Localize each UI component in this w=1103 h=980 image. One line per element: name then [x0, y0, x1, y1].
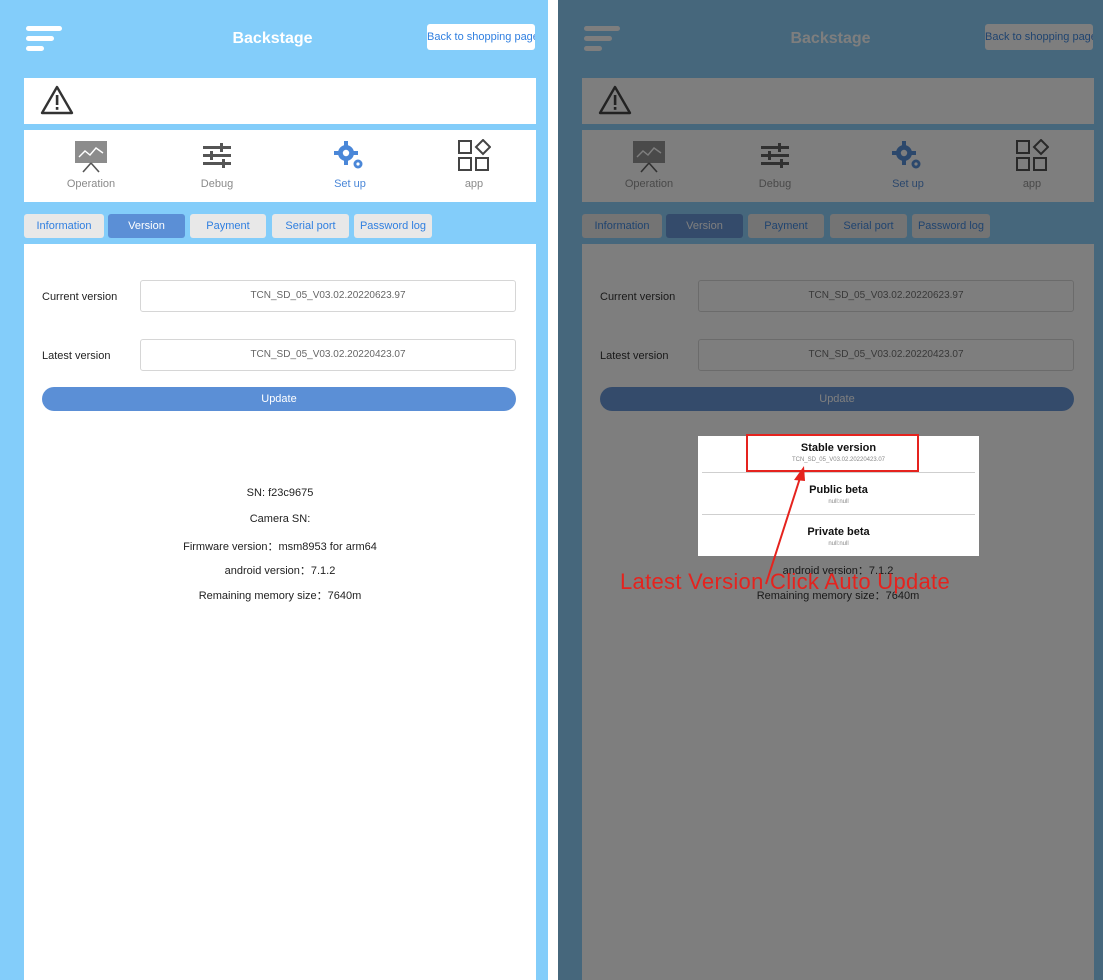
- nav-label-app: app: [464, 178, 484, 190]
- nav-label-debug: Debug: [200, 178, 234, 190]
- tab-bar: Information Version Payment Serial port …: [24, 214, 536, 240]
- tab-serial-port[interactable]: Serial port: [272, 214, 349, 238]
- presentation-board-icon: [75, 141, 107, 173]
- screenshot-with-version-dialog: Backstage Back to shopping page: [558, 0, 1103, 980]
- remaining-memory-text: Remaining memory size：7640m: [198, 590, 362, 602]
- latest-version-label: Latest version: [42, 350, 111, 362]
- nav-label-operation: Operation: [66, 178, 116, 190]
- nav-item-debug[interactable]: Debug: [167, 138, 267, 190]
- back-to-shopping-button[interactable]: Back to shopping page: [427, 24, 535, 50]
- tab-password-log[interactable]: Password log: [354, 214, 432, 238]
- nav-label-setup: Set up: [334, 178, 366, 190]
- latest-version-field[interactable]: TCN_SD_05_V03.02.20220423.07: [140, 339, 516, 371]
- main-nav: Operation Debug: [24, 130, 536, 202]
- firmware-version-text: Firmware version：msm8953 for arm64: [183, 541, 377, 553]
- tab-payment[interactable]: Payment: [190, 214, 266, 238]
- android-version-text: android version：7.1.2: [224, 565, 336, 577]
- screenshot-before: Backstage Back to shopping page Operatio…: [0, 0, 548, 980]
- annotation-arrow: [765, 466, 805, 585]
- tab-version[interactable]: Version: [108, 214, 185, 238]
- tab-information[interactable]: Information: [24, 214, 104, 238]
- top-bar: Backstage Back to shopping page: [0, 0, 545, 76]
- current-version-label: Current version: [42, 291, 118, 303]
- nav-item-app[interactable]: app: [424, 138, 524, 190]
- current-version-field: TCN_SD_05_V03.02.20220623.97: [140, 280, 516, 312]
- gears-icon: [334, 141, 363, 169]
- camera-sn-text: Camera SN:: [249, 513, 311, 525]
- app-grid-icon: [458, 139, 491, 171]
- warning-bar: [24, 78, 536, 124]
- warning-icon: [40, 85, 74, 115]
- version-panel: Current version TCN_SD_05_V03.02.2022062…: [24, 244, 536, 980]
- nav-item-operation[interactable]: Operation: [41, 138, 141, 190]
- sliders-icon: [203, 143, 231, 168]
- nav-item-setup[interactable]: Set up: [300, 138, 400, 190]
- update-button[interactable]: Update: [42, 387, 516, 411]
- sn-text: SN: f23c9675: [246, 487, 314, 499]
- annotation-text: Latest Version Click Auto Update: [620, 569, 951, 594]
- screen-content: Backstage Back to shopping page: [0, 0, 545, 980]
